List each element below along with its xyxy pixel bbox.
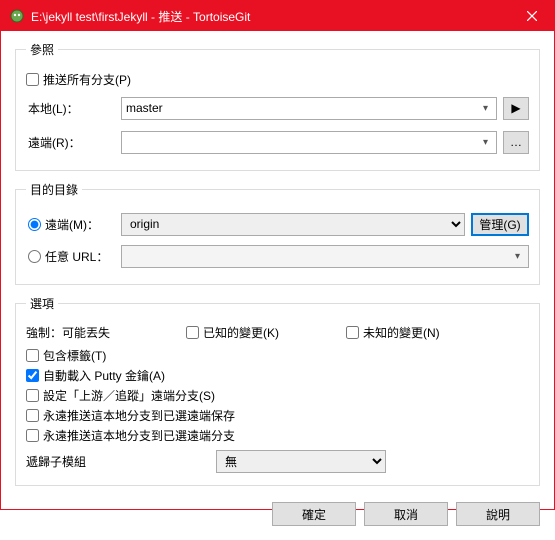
ref-legend: 參照 (26, 41, 58, 58)
force-label: 強制：可能丟失 (26, 324, 186, 341)
options-group: 選項 強制：可能丟失 已知的變更(K) 未知的變更(N) 包含標籤(T) (15, 295, 540, 486)
local-label: 本地(L)： (26, 100, 121, 117)
known-changes-checkbox[interactable]: 已知的變更(K) (186, 324, 346, 341)
destination-legend: 目的目錄 (26, 181, 82, 198)
remote-radio[interactable]: 遠端(M)： (26, 216, 121, 233)
destination-group: 目的目錄 遠端(M)： origin 管理(G) 任意 URL： (15, 181, 540, 285)
cancel-button[interactable]: 取消 (364, 502, 448, 526)
help-button[interactable]: 說明 (456, 502, 540, 526)
remote-browse-button[interactable]: … (503, 131, 529, 154)
chevron-down-icon: ▾ (477, 100, 494, 117)
remote-label: 遠端(R)： (26, 134, 121, 151)
ref-group: 參照 推送所有分支(P) 本地(L)： master ▾ ▶ 遠端(R)： (15, 41, 540, 171)
remote-select[interactable]: origin (121, 213, 465, 236)
url-radio[interactable]: 任意 URL： (26, 248, 121, 265)
dialog-window: E:\jekyll test\firstJekyll - 推送 - Tortoi… (0, 0, 555, 510)
manage-button[interactable]: 管理(G) (471, 213, 529, 236)
local-branch-combo[interactable]: master ▾ (121, 97, 497, 120)
dialog-buttons: 確定 取消 說明 (15, 496, 540, 526)
autoload-putty-checkbox[interactable]: 自動載入 Putty 金鑰(A) (26, 367, 165, 384)
always-push-branch-checkbox[interactable]: 永遠推送這本地分支到已選遠端分支 (26, 427, 235, 444)
chevron-down-icon: ▾ (509, 248, 526, 265)
titlebar: E:\jekyll test\firstJekyll - 推送 - Tortoi… (1, 1, 554, 31)
window-title: E:\jekyll test\firstJekyll - 推送 - Tortoi… (31, 8, 509, 25)
push-all-branches-checkbox[interactable]: 推送所有分支(P) (26, 71, 131, 88)
remote-branch-combo[interactable]: ▾ (121, 131, 497, 154)
dialog-content: 參照 推送所有分支(P) 本地(L)： master ▾ ▶ 遠端(R)： (1, 31, 554, 540)
unknown-changes-checkbox[interactable]: 未知的變更(N) (346, 324, 529, 341)
include-tags-checkbox[interactable]: 包含標籤(T) (26, 347, 106, 364)
ok-button[interactable]: 確定 (272, 502, 356, 526)
recurse-label: 遞歸子模組 (26, 453, 216, 470)
options-legend: 選項 (26, 295, 58, 312)
chevron-down-icon: ▾ (477, 134, 494, 151)
local-browse-button[interactable]: ▶ (503, 97, 529, 120)
app-icon (9, 8, 25, 24)
recurse-select[interactable]: 無 (216, 450, 386, 473)
set-upstream-checkbox[interactable]: 設定「上游／追蹤」遠端分支(S) (26, 387, 215, 404)
url-combo[interactable]: ▾ (121, 245, 529, 268)
always-push-save-checkbox[interactable]: 永遠推送這本地分支到已選遠端保存 (26, 407, 235, 424)
close-button[interactable] (509, 1, 554, 31)
